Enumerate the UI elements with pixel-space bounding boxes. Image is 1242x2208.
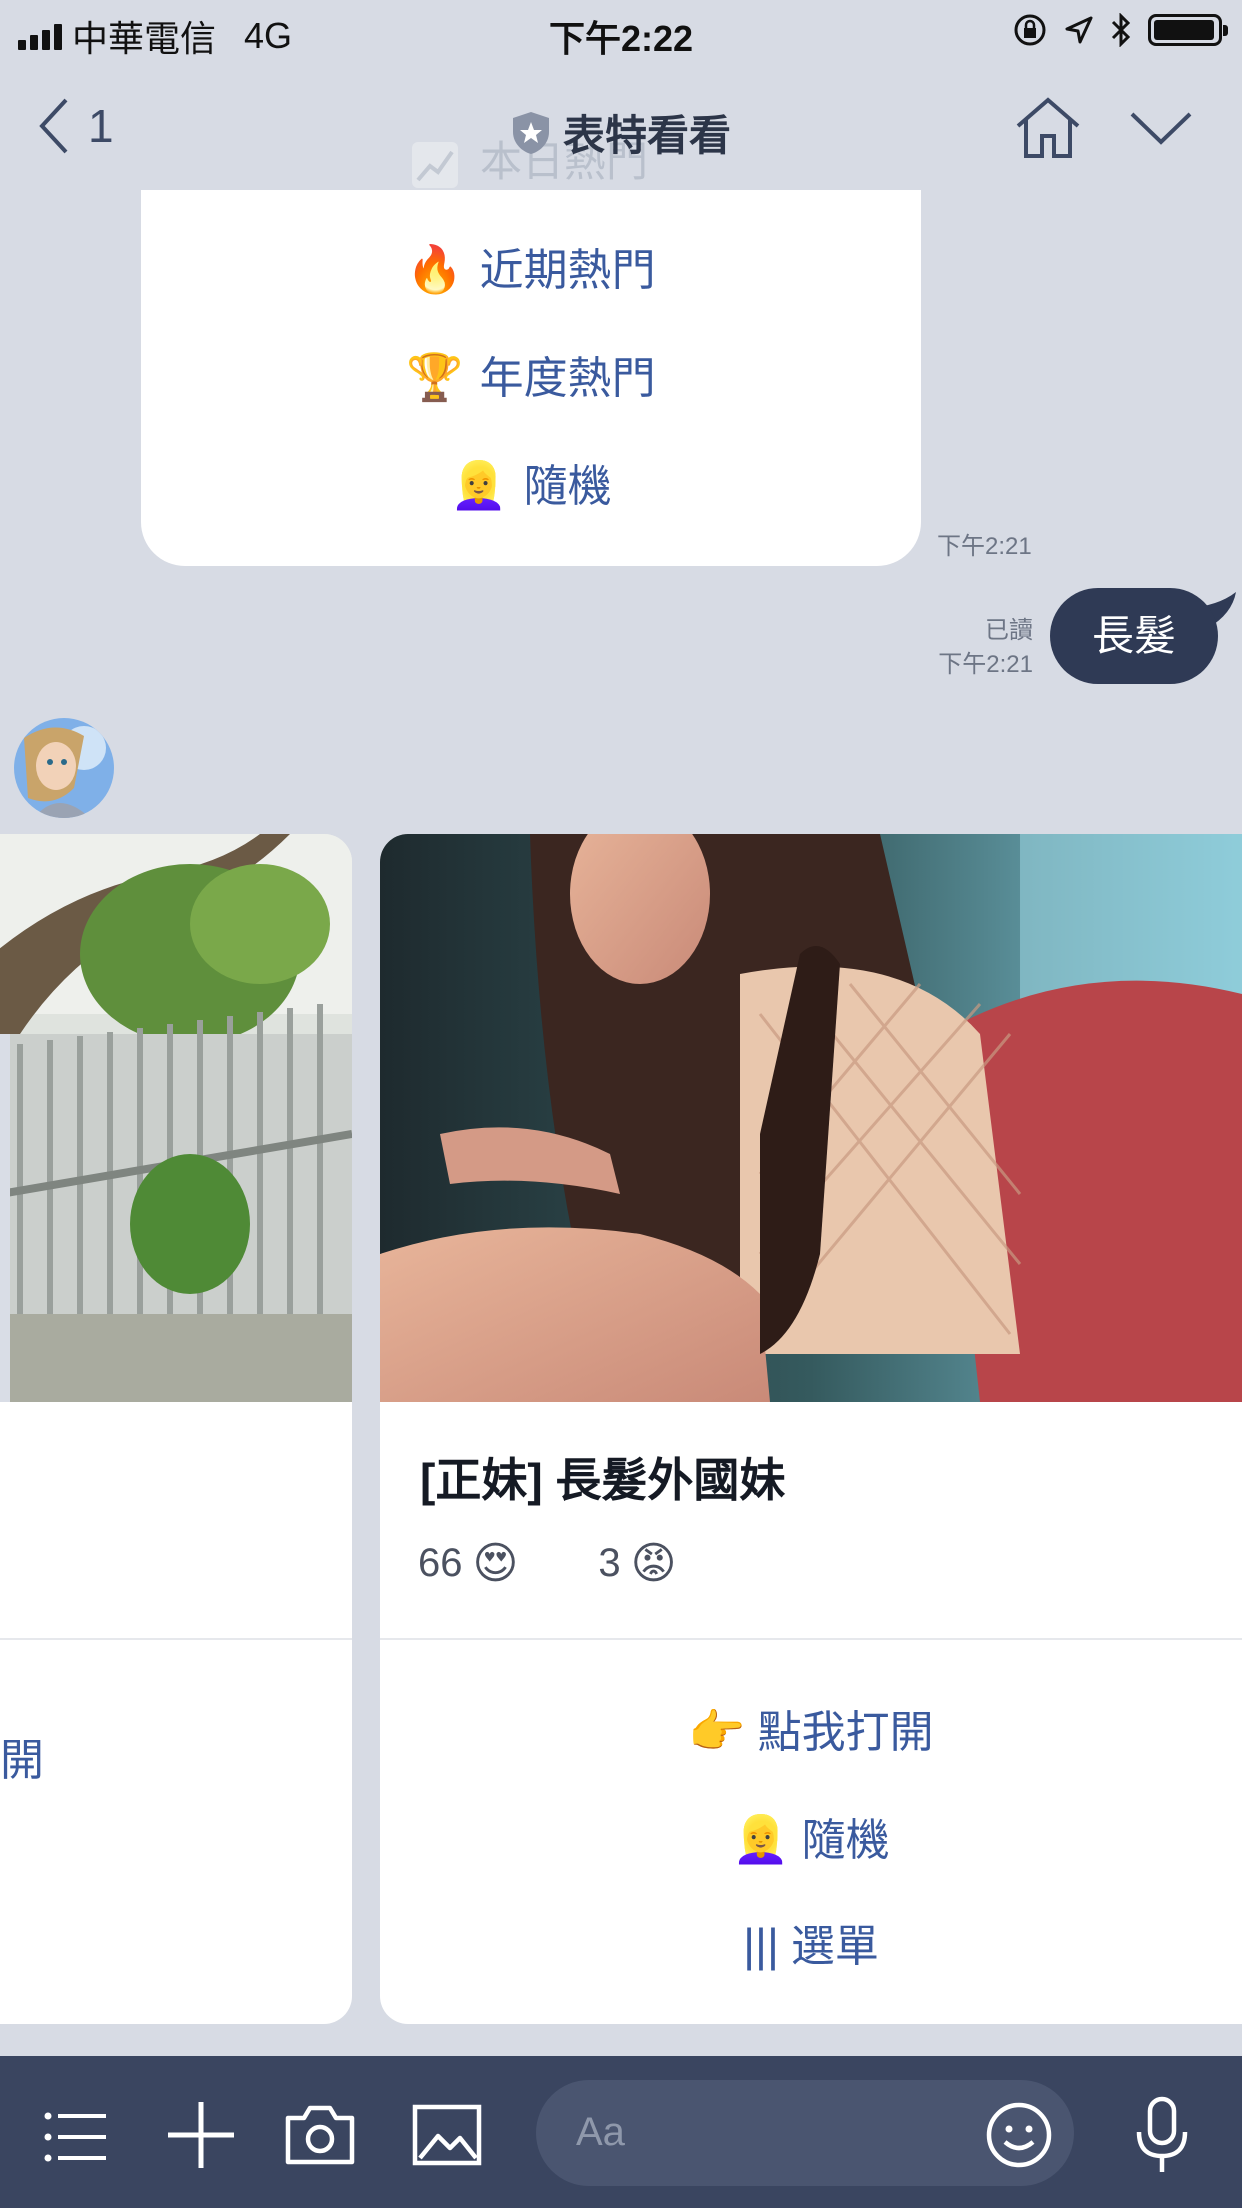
card-reactions: 66 😍 3 😡 [418, 1538, 677, 1589]
camera-icon[interactable] [284, 2104, 356, 2166]
shield-star-icon [512, 112, 549, 154]
bot-avatar[interactable] [14, 718, 114, 818]
pointing-hand-icon: 👉 [688, 1705, 746, 1757]
card-title: [正妹] 長髮外國妹 [420, 1454, 786, 1506]
location-icon [1065, 16, 1093, 44]
angry-face-icon: 😡 [630, 1539, 677, 1588]
microphone-icon[interactable] [1134, 2096, 1190, 2176]
chevron-down-icon[interactable] [1128, 110, 1194, 146]
random-button[interactable]: 👱‍♀️ 隨機 [380, 1804, 1242, 1868]
quick-menu-card: 🔥 近期熱門 🏆 年度熱門 👱‍♀️ 隨機 [141, 190, 921, 566]
message-timestamp: 下午2:21 [937, 533, 1032, 560]
orientation-lock-icon [1014, 14, 1046, 46]
divider [380, 1638, 1242, 1640]
menu-item-recent-hot[interactable]: 🔥 近期熱門 [141, 234, 921, 298]
fire-icon: 🔥 [406, 243, 464, 295]
plus-icon[interactable] [166, 2100, 236, 2170]
card-open-button-partial[interactable]: 開 [0, 1724, 44, 1788]
menu-bars-icon: ||| [743, 1919, 779, 1971]
dislike-count: 3 [598, 1541, 621, 1585]
menu-button[interactable]: ||| 選單 [380, 1910, 1242, 1974]
blonde-woman-icon: 👱‍♀️ [732, 1813, 790, 1865]
status-bar: 中華電信 4G 下午2:22 [0, 0, 1242, 60]
result-card: [正妹] 長髮外國妹 66 😍 3 😡 👉 點我打開 👱‍♀️ 隨機 ||| 選單 [380, 834, 1242, 2024]
menu-item-random[interactable]: 👱‍♀️ 隨機 [141, 450, 921, 514]
chat-header: 1 表特看看 [0, 60, 1242, 190]
result-card-previous[interactable]: 開 [0, 834, 352, 2024]
blonde-woman-icon: 👱‍♀️ [450, 459, 508, 511]
card-photo[interactable] [380, 834, 1242, 1402]
menu-item-yearly-hot[interactable]: 🏆 年度熱門 [141, 342, 921, 406]
image-icon[interactable] [412, 2104, 482, 2166]
emoji-icon[interactable] [986, 2102, 1052, 2168]
heart-eyes-icon: 😍 [472, 1539, 519, 1588]
open-link-button[interactable]: 👉 點我打開 [380, 1696, 1242, 1760]
home-icon[interactable] [1012, 96, 1084, 160]
my-message-bubble[interactable]: 長髮 [1050, 588, 1218, 684]
trophy-icon: 🏆 [406, 351, 464, 403]
read-receipt: 已讀 下午2:21 [938, 617, 1033, 678]
card-photo [0, 834, 352, 1402]
menu-list-icon[interactable] [44, 2112, 106, 2162]
battery-icon [1148, 14, 1228, 46]
bluetooth-icon [1111, 13, 1131, 47]
like-count: 66 [418, 1541, 463, 1585]
